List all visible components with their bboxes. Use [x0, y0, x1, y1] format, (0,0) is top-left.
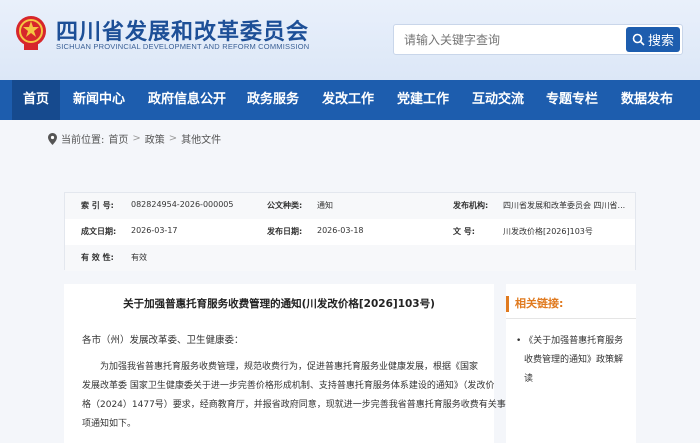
validity-value: 有效 — [131, 253, 147, 262]
meta-row: 索 引 号: 082824954-2026-000005 公文种类: 通知 发布… — [65, 193, 635, 219]
created-date-label: 成文日期: — [81, 227, 117, 236]
type-value: 通知 — [317, 201, 333, 210]
article: 关于加强普惠托育服务收费管理的通知(川发改价格[2026]103号) 各市（州）… — [64, 284, 506, 443]
related-link-line: 收费管理的通知》政策解 — [524, 355, 624, 365]
article-greeting: 各市（州）发展改革委、卫生健康委： — [82, 335, 244, 346]
breadcrumb-prefix: 当前位置: — [61, 135, 105, 146]
search-button-label: 搜索 — [647, 34, 674, 49]
search-button[interactable]: 搜索 — [626, 27, 680, 52]
agency-value: 四川省发展和改革委员会 四川省... — [503, 201, 626, 210]
document-meta: 索 引 号: 082824954-2026-000005 公文种类: 通知 发布… — [64, 192, 636, 271]
nav-item-data[interactable]: 数据发布 — [621, 80, 673, 120]
index-value: 082824954-2026-000005 — [131, 200, 234, 209]
national-emblem-icon — [16, 16, 46, 50]
breadcrumb-home[interactable]: 首页 — [108, 131, 128, 146]
nav-item-home[interactable]: 首页 — [12, 80, 60, 120]
nav-item-services[interactable]: 政务服务 — [247, 80, 299, 120]
meta-row: 有 效 性: 有效 — [65, 245, 635, 271]
related-links-heading: 相关链接: — [506, 296, 563, 312]
nav-item-news[interactable]: 新闻中心 — [73, 80, 125, 120]
created-date-value: 2026-03-17 — [131, 226, 178, 235]
search-input[interactable] — [404, 31, 614, 49]
type-label: 公文种类: — [267, 201, 303, 210]
divider — [506, 318, 636, 319]
search-box: 搜索 — [393, 24, 683, 55]
index-label: 索 引 号: — [81, 201, 114, 210]
published-date-label: 发布日期: — [267, 227, 303, 236]
nav-item-gov-info[interactable]: 政府信息公开 — [148, 80, 226, 120]
related-link-line: 读 — [524, 374, 534, 384]
breadcrumb: 当前位置: 首页 > 政策 > 其他文件 — [48, 131, 221, 146]
doc-number-label: 文 号: — [453, 227, 475, 236]
nav-item-topics[interactable]: 专题专栏 — [546, 80, 598, 120]
breadcrumb-separator: > — [168, 133, 178, 144]
meta-row: 成文日期: 2026-03-17 发布日期: 2026-03-18 文 号: 川… — [65, 219, 635, 245]
published-date-value: 2026-03-18 — [317, 226, 364, 235]
article-line: 格（2024）1477号）要求，经商教育厅，并报省政府同意，现就进一步完善我省普… — [82, 400, 506, 410]
validity-label: 有 效 性: — [81, 253, 114, 262]
site-subtitle: SICHUAN PROVINCIAL DEVELOPMENT AND REFOR… — [56, 42, 310, 51]
breadcrumb-other-docs[interactable]: 其他文件 — [181, 131, 221, 146]
related-links: 相关链接: • 《关于加强普惠托育服务 收费管理的通知》政策解 读 — [506, 284, 636, 443]
doc-number-value: 川发改价格[2026]103号 — [503, 227, 593, 236]
nav-item-work[interactable]: 发改工作 — [322, 80, 374, 120]
article-line: 发展改革委 国家卫生健康委关于进一步完善价格形成机制、支持普惠托育服务体系建设的… — [82, 381, 495, 391]
related-link-policy-interpretation[interactable]: • 《关于加强普惠托育服务 收费管理的通知》政策解 读 — [516, 332, 634, 389]
site-header: 四川省发展和改革委员会 SICHUAN PROVINCIAL DEVELOPME… — [0, 0, 700, 80]
article-line: 项通知如下。 — [82, 419, 137, 429]
search-icon — [632, 33, 645, 46]
breadcrumb-separator: > — [132, 133, 141, 144]
nav-item-party[interactable]: 党建工作 — [397, 80, 449, 120]
main-nav: 首页 新闻中心 政府信息公开 政务服务 发改工作 党建工作 互动交流 专题专栏 … — [0, 80, 700, 120]
article-body: 为加强我省普惠托育服务收费管理，规范收费行为，促进普惠托育服务业健康发展，根据《… — [82, 358, 506, 434]
nav-item-interaction[interactable]: 互动交流 — [472, 80, 524, 120]
agency-label: 发布机构: — [453, 201, 489, 210]
article-title: 关于加强普惠托育服务收费管理的通知(川发改价格[2026]103号) — [123, 298, 435, 310]
related-link-line: • 《关于加强普惠托育服务 — [516, 336, 624, 346]
location-pin-icon — [48, 132, 57, 145]
article-line: 为加强我省普惠托育服务收费管理，规范收费行为，促进普惠托育服务业健康发展，根据《… — [100, 362, 479, 372]
breadcrumb-policy[interactable]: 政策 — [145, 131, 165, 146]
